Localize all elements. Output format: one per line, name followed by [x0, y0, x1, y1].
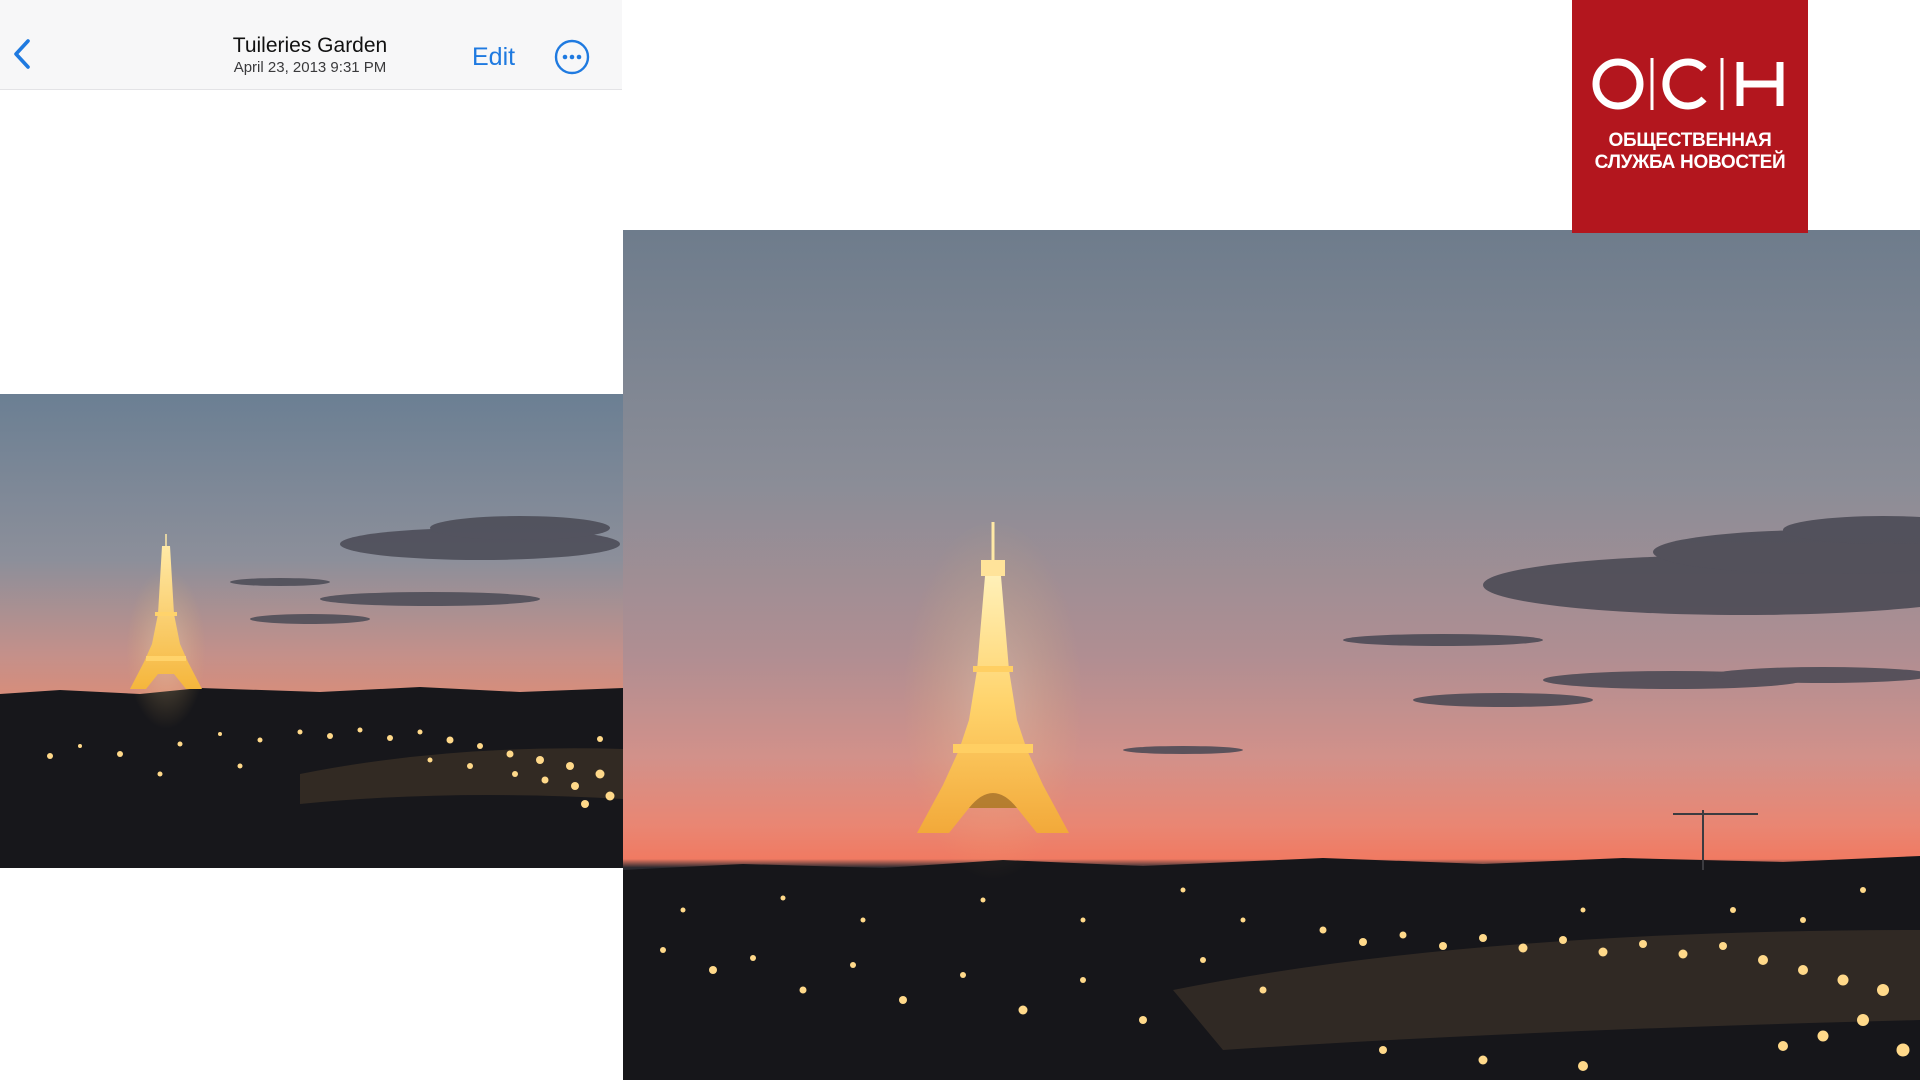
photo-thumbnail[interactable] [0, 394, 623, 868]
screen: Tuileries Garden April 23, 2013 9:31 PM … [0, 0, 1920, 1080]
photo-enlarged [623, 230, 1920, 1080]
logo-text-line2: СЛУЖБА НОВОСТЕЙ [1594, 152, 1786, 173]
osn-logo: ОБЩЕСТВЕННАЯ СЛУЖБА НОВОСТЕЙ [1572, 0, 1808, 233]
photo-location-title: Tuileries Garden [232, 34, 388, 57]
more-options-button[interactable] [554, 39, 590, 75]
logo-text-line1: ОБЩЕСТВЕННАЯ [1608, 130, 1772, 151]
photo-header: Tuileries Garden April 23, 2013 9:31 PM [200, 34, 420, 77]
osn-logo-mark [1592, 58, 1784, 110]
edit-button[interactable]: Edit [472, 42, 515, 72]
eiffel-tower [903, 520, 1083, 880]
photos-nav-bar: Tuileries Garden April 23, 2013 9:31 PM … [0, 0, 622, 90]
photo-date-subtitle: April 23, 2013 9:31 PM [233, 59, 387, 76]
chevron-left-icon [14, 39, 30, 69]
back-button[interactable] [8, 36, 38, 72]
ellipsis-circle-icon [554, 39, 590, 75]
eiffel-tower-photo-small [0, 394, 623, 868]
eiffel-tower-photo-large [623, 230, 1920, 1080]
